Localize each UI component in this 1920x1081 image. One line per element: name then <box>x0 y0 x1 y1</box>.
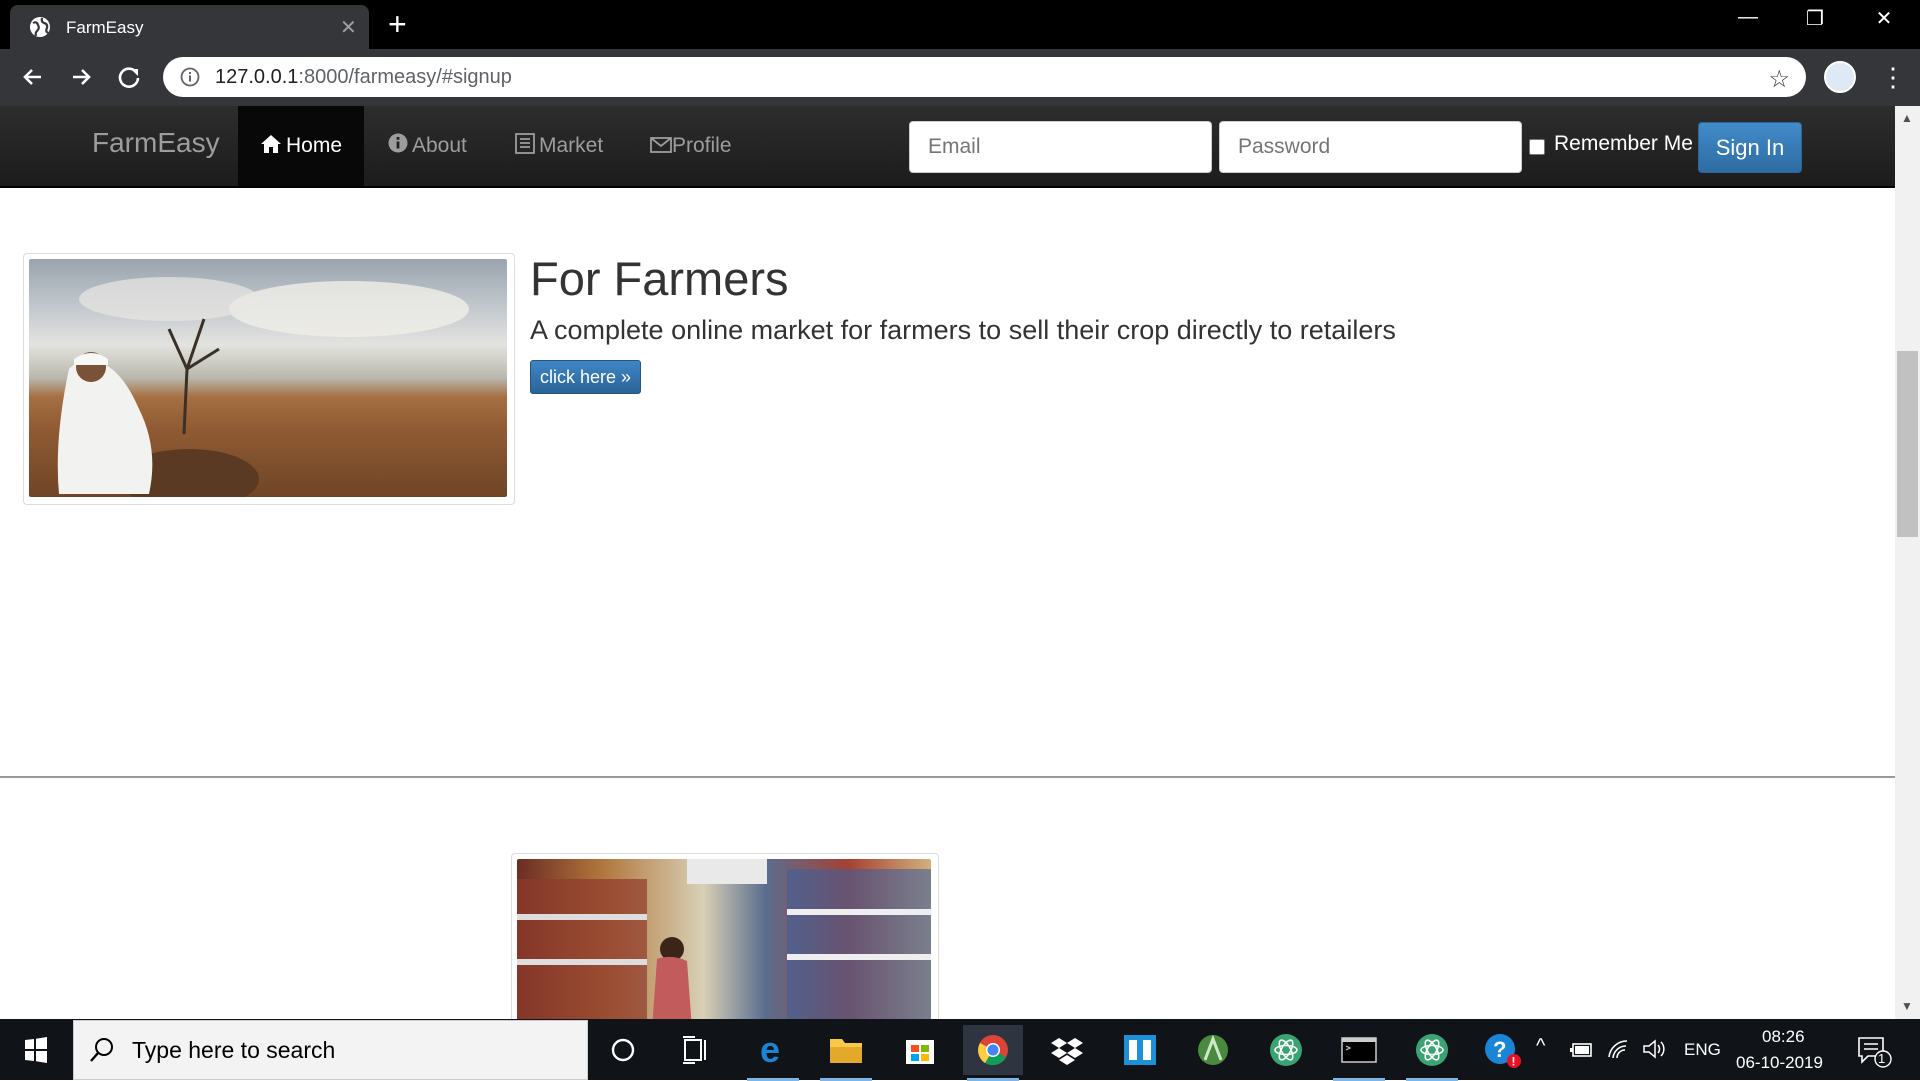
notification-count: 1 <box>1878 1051 1886 1066</box>
browser-toolbar: 127.0.0.1:8000/farmeasy/#signup ☆ ⋮ <box>0 49 1920 106</box>
reload-icon[interactable] <box>111 59 147 95</box>
scroll-up-icon[interactable]: ▲ <box>1901 111 1913 125</box>
terminal-taskbar-item[interactable] <box>1329 1025 1389 1081</box>
nav-home[interactable]: Home <box>238 106 365 186</box>
edge-taskbar-item[interactable]: e <box>743 1025 803 1081</box>
nav-home-label: Home <box>286 134 343 157</box>
scroll-down-icon[interactable]: ▼ <box>1901 999 1913 1013</box>
back-icon[interactable] <box>15 59 51 95</box>
browser-tab[interactable]: FarmEasy ✕ <box>10 5 369 49</box>
site-brand[interactable]: FarmEasy <box>92 127 220 159</box>
remember-me-checkbox[interactable] <box>1529 139 1545 155</box>
forward-icon[interactable] <box>63 59 99 95</box>
globe-icon <box>30 17 50 37</box>
farmer-image <box>29 259 507 497</box>
file-explorer-taskbar-item[interactable] <box>816 1025 876 1081</box>
store-taskbar-item[interactable] <box>890 1025 950 1075</box>
show-hidden-icons-icon[interactable]: ^ <box>1536 1035 1545 1058</box>
minimize-icon[interactable]: — <box>1718 6 1778 29</box>
address-bar[interactable]: 127.0.0.1:8000/farmeasy/#signup ☆ <box>163 57 1806 97</box>
envelope-icon <box>650 137 672 153</box>
list-icon <box>515 133 535 154</box>
browser-titlebar: FarmEasy ✕ + — ❐ ✕ <box>0 0 1920 49</box>
section-divider <box>0 776 1895 778</box>
android-studio-icon[interactable] <box>1183 1025 1243 1075</box>
profile-avatar[interactable] <box>1824 61 1856 93</box>
edge-icon: e <box>760 1029 780 1070</box>
nav-profile[interactable]: Profile <box>628 106 754 186</box>
page-viewport: FarmEasy Home About Market Profile Email… <box>0 106 1895 1019</box>
taskbar-search-placeholder: Type here to search <box>132 1037 336 1063</box>
task-view-icon[interactable] <box>665 1025 725 1075</box>
restore-icon[interactable]: ❐ <box>1785 6 1845 31</box>
remember-me-label: Remember Me <box>1554 132 1693 155</box>
svg-text:!: ! <box>1512 1055 1516 1069</box>
clock-date[interactable]: 06-10-2019 <box>1736 1053 1823 1073</box>
page-scrollbar[interactable]: ▲ ▼ <box>1895 106 1920 1019</box>
help-icon[interactable]: ? ! <box>1472 1025 1532 1075</box>
new-tab-icon[interactable]: + <box>388 8 407 40</box>
password-field[interactable] <box>1219 121 1522 173</box>
info-icon <box>388 133 408 153</box>
taskbar-search-box[interactable]: Type here to search <box>73 1020 588 1080</box>
tab-title: FarmEasy <box>66 18 144 37</box>
chrome-taskbar-item[interactable] <box>963 1025 1023 1081</box>
farmers-heading: For Farmers <box>530 252 789 305</box>
battery-icon[interactable] <box>1569 1041 1595 1059</box>
nav-about[interactable]: About <box>366 106 489 186</box>
more-menu-icon[interactable]: ⋮ <box>1880 59 1906 95</box>
atom-icon <box>1416 1034 1448 1066</box>
store-icon <box>906 1040 934 1064</box>
editor-app-icon[interactable] <box>1110 1025 1170 1075</box>
window-close-icon[interactable]: ✕ <box>1854 6 1914 31</box>
windows-start-icon[interactable] <box>0 1019 72 1080</box>
volume-icon[interactable] <box>1641 1038 1667 1060</box>
folder-icon <box>830 1039 862 1063</box>
cortana-icon[interactable] <box>593 1025 653 1075</box>
language-indicator[interactable]: ENG <box>1684 1040 1721 1060</box>
bookmark-star-icon[interactable]: ☆ <box>1768 65 1790 94</box>
tab-close-icon[interactable]: ✕ <box>340 15 357 40</box>
email-field[interactable] <box>909 121 1212 173</box>
nav-market-label: Market <box>539 134 604 157</box>
dropbox-icon[interactable] <box>1037 1025 1097 1075</box>
retailer-image <box>517 859 931 1019</box>
farmers-description: A complete online market for farmers to … <box>530 315 1396 345</box>
atom-taskbar-item-2[interactable] <box>1402 1025 1462 1081</box>
scrollbar-thumb[interactable] <box>1897 351 1918 537</box>
nav-about-label: About <box>412 134 467 157</box>
chrome-icon <box>978 1035 1008 1066</box>
wifi-icon[interactable] <box>1606 1037 1632 1061</box>
retailer-thumbnail <box>511 853 939 1019</box>
site-info-icon[interactable] <box>180 67 200 87</box>
farmer-thumbnail <box>23 253 515 505</box>
nav-profile-label: Profile <box>672 134 732 157</box>
search-icon <box>90 1038 113 1062</box>
windows-taskbar: Type here to search e ? ! ^ ENG 08:26 06… <box>0 1019 1920 1081</box>
farmers-click-here-button[interactable]: click here » <box>530 360 642 394</box>
notification-center-icon[interactable] <box>1856 1034 1892 1068</box>
home-icon <box>261 135 281 153</box>
svg-text:e: e <box>760 1029 780 1070</box>
url-text: 127.0.0.1:8000/farmeasy/#signup <box>215 66 512 88</box>
svg-text:?: ? <box>1493 1037 1506 1062</box>
sign-in-button[interactable]: Sign In <box>1698 122 1802 173</box>
terminal-icon <box>1341 1037 1377 1063</box>
clock-time[interactable]: 08:26 <box>1762 1027 1805 1047</box>
site-navbar: FarmEasy Home About Market Profile Email… <box>0 106 1895 188</box>
atom-icon[interactable] <box>1256 1025 1316 1075</box>
nav-market[interactable]: Market <box>493 106 625 186</box>
